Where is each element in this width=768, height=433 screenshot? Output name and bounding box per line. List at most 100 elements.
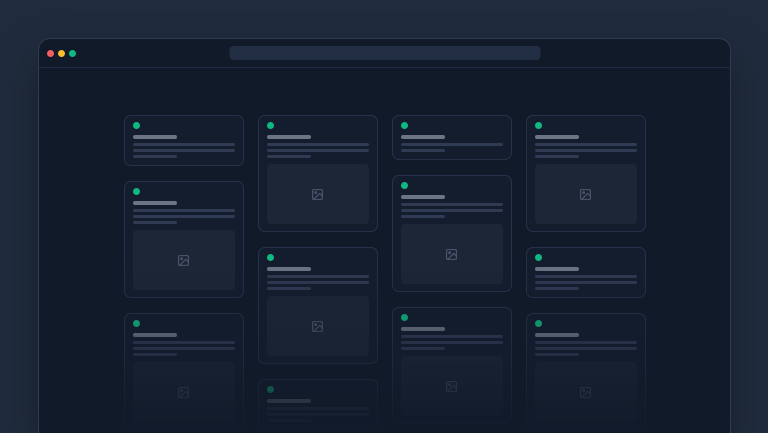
card[interactable]: [526, 247, 646, 298]
text-placeholder-line: [535, 347, 637, 350]
card[interactable]: [526, 313, 646, 430]
text-placeholder-line: [267, 419, 311, 422]
text-placeholder-line: [267, 287, 311, 290]
text-placeholder-line: [401, 341, 503, 344]
status-dot: [133, 188, 140, 195]
image-icon: [579, 386, 592, 399]
text-placeholder-line: [401, 209, 503, 212]
status-dot: [401, 182, 408, 189]
address-bar[interactable]: [229, 46, 540, 60]
title-placeholder-line: [401, 327, 445, 331]
text-lines: [535, 341, 637, 356]
card[interactable]: [124, 313, 244, 430]
status-dot: [133, 122, 140, 129]
card[interactable]: [258, 247, 378, 364]
card-column: [392, 115, 512, 430]
image-icon: [579, 188, 592, 201]
card[interactable]: [526, 115, 646, 232]
traffic-lights: [47, 50, 76, 57]
maximize-button[interactable]: [69, 50, 76, 57]
text-placeholder-line: [535, 149, 637, 152]
text-placeholder-line: [133, 143, 235, 146]
text-placeholder-line: [401, 203, 503, 206]
status-dot: [267, 254, 274, 261]
image-icon: [177, 254, 190, 267]
text-placeholder-line: [133, 353, 177, 356]
image-placeholder: [267, 296, 369, 356]
text-placeholder-line: [535, 287, 579, 290]
card[interactable]: [258, 379, 378, 430]
text-lines: [401, 203, 503, 218]
image-placeholder: [401, 224, 503, 284]
image-icon: [445, 380, 458, 393]
text-placeholder-line: [535, 341, 637, 344]
text-placeholder-line: [401, 149, 445, 152]
title-placeholder-line: [267, 399, 311, 403]
status-dot: [267, 122, 274, 129]
text-lines: [535, 143, 637, 158]
title-placeholder-line: [133, 333, 177, 337]
title-placeholder-line: [133, 201, 177, 205]
text-placeholder-line: [133, 149, 235, 152]
status-dot: [535, 320, 542, 327]
text-lines: [401, 143, 503, 152]
text-lines: [267, 143, 369, 158]
text-lines: [133, 209, 235, 224]
content-area: [39, 115, 730, 433]
text-lines: [133, 143, 235, 158]
text-lines: [267, 407, 369, 422]
card[interactable]: [392, 307, 512, 424]
status-dot: [535, 122, 542, 129]
text-placeholder-line: [535, 353, 579, 356]
image-placeholder: [535, 362, 637, 422]
image-placeholder: [535, 164, 637, 224]
title-placeholder-line: [267, 267, 311, 271]
card-grid: [124, 115, 646, 430]
browser-titlebar: [39, 39, 730, 68]
card[interactable]: [124, 181, 244, 298]
title-placeholder-line: [133, 135, 177, 139]
card[interactable]: [392, 175, 512, 292]
text-placeholder-line: [535, 143, 637, 146]
text-placeholder-line: [133, 209, 235, 212]
text-placeholder-line: [267, 149, 369, 152]
text-placeholder-line: [267, 155, 311, 158]
text-placeholder-line: [535, 281, 637, 284]
text-placeholder-line: [133, 155, 177, 158]
image-placeholder: [401, 356, 503, 416]
close-button[interactable]: [47, 50, 54, 57]
card[interactable]: [392, 115, 512, 160]
status-dot: [401, 314, 408, 321]
text-placeholder-line: [267, 281, 369, 284]
text-placeholder-line: [133, 221, 177, 224]
text-placeholder-line: [267, 413, 369, 416]
text-placeholder-line: [401, 215, 445, 218]
minimize-button[interactable]: [58, 50, 65, 57]
title-placeholder-line: [401, 195, 445, 199]
card[interactable]: [258, 115, 378, 232]
card-column: [258, 115, 378, 430]
image-placeholder: [267, 164, 369, 224]
image-icon: [311, 188, 324, 201]
text-placeholder-line: [133, 215, 235, 218]
image-placeholder: [133, 362, 235, 422]
text-lines: [133, 341, 235, 356]
card[interactable]: [124, 115, 244, 166]
image-placeholder: [133, 230, 235, 290]
card-column: [526, 115, 646, 430]
image-icon: [177, 386, 190, 399]
text-placeholder-line: [535, 155, 579, 158]
text-placeholder-line: [401, 143, 503, 146]
text-lines: [535, 275, 637, 290]
card-column: [124, 115, 244, 430]
title-placeholder-line: [535, 333, 579, 337]
text-placeholder-line: [535, 275, 637, 278]
text-lines: [267, 275, 369, 290]
image-icon: [311, 320, 324, 333]
title-placeholder-line: [267, 135, 311, 139]
status-dot: [267, 386, 274, 393]
text-placeholder-line: [267, 407, 369, 410]
text-placeholder-line: [401, 347, 445, 350]
text-placeholder-line: [267, 143, 369, 146]
text-placeholder-line: [401, 335, 503, 338]
